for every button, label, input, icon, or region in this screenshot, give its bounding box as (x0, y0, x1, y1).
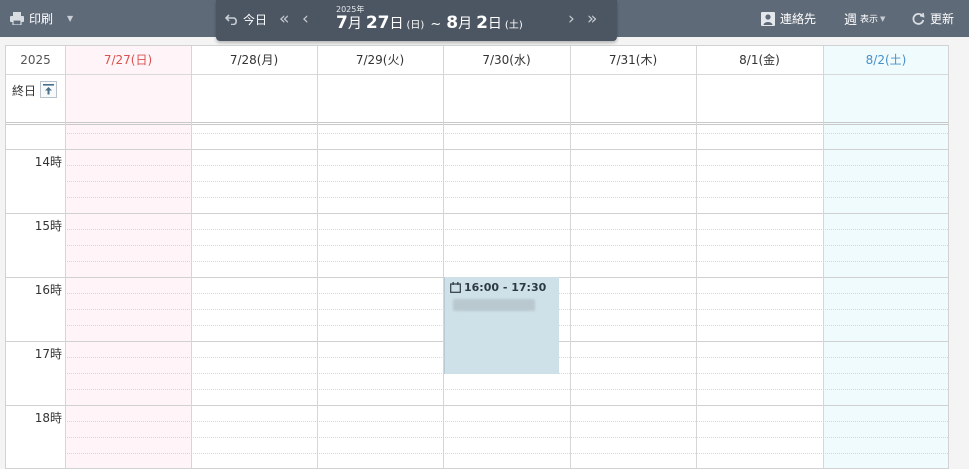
quarter-line (65, 421, 948, 422)
range-tilde: ~ (430, 17, 442, 32)
column-divider (191, 46, 192, 468)
view-label: 週 (844, 13, 858, 28)
hour-label: 15時 (34, 219, 62, 233)
hour-label: 14時 (34, 155, 62, 169)
hour-label: 16時 (34, 283, 62, 297)
day-header[interactable]: 7/29(火) (317, 46, 443, 75)
day-header[interactable]: 7/30(水) (443, 46, 570, 75)
quarter-line (65, 133, 948, 134)
hour-line (6, 213, 948, 214)
start-day-unit: 日 (389, 16, 404, 32)
quarter-line (65, 453, 948, 454)
all-day-row: 終日 (6, 75, 948, 125)
view-sub-label: 表示 (860, 15, 879, 25)
start-dow: (日) (406, 20, 425, 31)
contact-card-icon (761, 11, 775, 26)
calendar-event[interactable]: 16:00 - 17:30 (444, 277, 559, 374)
column-divider (696, 46, 697, 468)
event-calendar-icon (450, 282, 461, 293)
quarter-line (65, 181, 948, 182)
prev-week-icon[interactable]: ‹ (302, 10, 309, 28)
end-dow: (土) (504, 20, 523, 31)
end-month: 8 (446, 13, 459, 33)
day-header[interactable]: 8/1(金) (696, 46, 823, 75)
quarter-line (65, 245, 948, 246)
next-week-icon[interactable]: › (568, 10, 575, 28)
end-month-unit: 月 (458, 16, 473, 32)
refresh-icon (912, 12, 925, 25)
event-time: 16:00 - 17:30 (464, 281, 547, 294)
hour-label: 18時 (34, 411, 62, 425)
start-month-unit: 月 (347, 16, 362, 32)
all-day-label: 終日 (12, 84, 37, 98)
date-range: 7 月 27 日 (日) ~ 8 月 2 日 (土) (336, 13, 529, 33)
week-calendar: 2025 7/27(日) 7/28(月) 7/29(火) 7/30(水) 7/3… (5, 45, 949, 469)
day-header[interactable]: 7/31(木) (570, 46, 696, 75)
day-header[interactable]: 7/27(日) (65, 46, 191, 75)
view-dropdown-icon: ▼ (880, 14, 886, 23)
day-header-row: 2025 7/27(日) 7/28(月) 7/29(火) 7/30(水) 7/3… (6, 46, 948, 75)
event-time-row: 16:00 - 17:30 (450, 281, 546, 294)
column-divider (443, 46, 444, 468)
column-divider (65, 46, 66, 468)
return-arrow-icon (225, 13, 239, 25)
column-divider (823, 46, 824, 468)
quarter-line (65, 197, 948, 198)
start-month: 7 (336, 13, 348, 33)
day-header[interactable]: 7/28(月) (191, 46, 317, 75)
event-title-redacted (453, 299, 535, 311)
hour-label: 17時 (34, 347, 62, 361)
collapse-arrow-icon (43, 84, 54, 95)
quarter-line (65, 229, 948, 230)
hour-line (6, 405, 948, 406)
print-label: 印刷 (29, 12, 54, 26)
hour-line (6, 149, 948, 150)
printer-icon (10, 12, 24, 25)
quarter-line (65, 389, 948, 390)
next-month-icon[interactable]: » (587, 10, 597, 28)
column-divider (317, 46, 318, 468)
prev-month-icon[interactable]: « (279, 10, 289, 28)
print-dropdown-icon[interactable]: ▼ (67, 14, 73, 23)
end-day: 2 (476, 13, 488, 33)
today-button[interactable]: 今日 (225, 1, 267, 37)
contacts-label: 連絡先 (780, 12, 817, 26)
collapse-all-day-button[interactable] (40, 81, 57, 98)
column-divider (570, 46, 571, 468)
quarter-line (65, 261, 948, 262)
quarter-line (65, 437, 948, 438)
view-mode-button[interactable]: 週 表示 ▼ (844, 0, 885, 37)
year-cell: 2025 (20, 53, 51, 67)
day-header[interactable]: 8/2(土) (823, 46, 948, 75)
print-button[interactable]: 印刷 ▼ (10, 0, 73, 37)
end-day-unit: 日 (487, 16, 502, 32)
start-day: 27 (365, 13, 390, 33)
refresh-label: 更新 (930, 12, 955, 26)
refresh-button[interactable]: 更新 (912, 0, 954, 37)
quarter-line (65, 165, 948, 166)
contacts-button[interactable]: 連絡先 (761, 0, 816, 37)
today-label: 今日 (243, 12, 268, 27)
date-navigator: 今日 « ‹ 2025年 7 月 27 日 (日) ~ 8 月 2 日 (土) … (216, 0, 617, 41)
